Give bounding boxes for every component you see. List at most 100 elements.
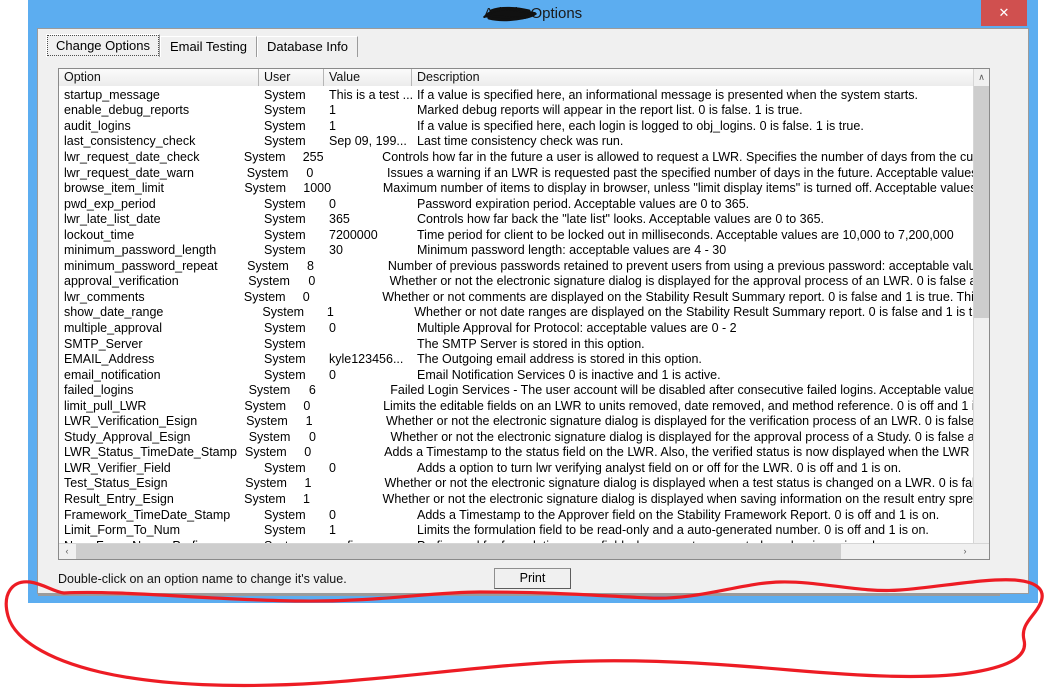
table-row[interactable]: show_date_range System 1 Whether or not dat… (59, 305, 989, 321)
bottom-divider (38, 593, 1000, 596)
cell-value: 0 (329, 460, 336, 475)
cell-description: Adds a Timestamp to the Approver field o… (417, 507, 940, 522)
column-header-user[interactable]: User (259, 69, 324, 86)
cell-user: System (246, 165, 289, 180)
table-row[interactable]: lockout_time System 7200000 Time period for… (59, 227, 989, 243)
window-titlebar: Admin Options ✕ (28, 0, 1038, 28)
table-row[interactable]: LWR_Status_TimeDate_Stamp System 0 Adds a T… (59, 445, 989, 461)
cell-value: 1 (304, 476, 312, 491)
table-row[interactable]: last_consistency_check System Sep 09, 199.… (59, 134, 989, 150)
cell-value: 0 (329, 320, 336, 335)
cell-option: LWR_Verification_Esign (64, 414, 198, 429)
cell-user: System (264, 212, 306, 227)
tab-database-info[interactable]: Database Info (257, 36, 358, 57)
cell-description: Last time consistency check was run. (417, 134, 624, 149)
table-row[interactable]: email_notification System 0 Email Notificat… (59, 367, 989, 383)
cell-description: Password expiration period. Acceptable v… (417, 196, 750, 211)
cell-option: show_date_range (64, 305, 164, 320)
cell-option: Study_Approval_Esign (64, 429, 191, 444)
cell-value: 8 (306, 258, 314, 273)
table-row[interactable]: SMTP_ServerSystem...The SMTP Server is s… (59, 336, 989, 352)
close-icon[interactable]: ✕ (981, 0, 1027, 26)
cell-value: 255 (302, 149, 324, 164)
table-row[interactable]: approval_verification System 0 Whether or n… (59, 274, 989, 290)
table-row[interactable]: lwr_request_date_check System 255 Controls … (59, 149, 989, 165)
cell-option: audit_logins (64, 118, 131, 133)
vertical-scrollbar-thumb[interactable] (974, 86, 989, 318)
column-header-value[interactable]: Value (324, 69, 412, 86)
cell-option: minimum_password_repeat (64, 258, 218, 273)
tab-email-testing[interactable]: Email Testing (159, 36, 258, 57)
table-row[interactable]: minimum_password_repeat System 8 Number of … (59, 258, 989, 274)
table-row[interactable]: Framework_TimeDate_Stamp System 0 Adds a Ti… (59, 507, 989, 523)
column-header-description[interactable]: Description (412, 69, 989, 86)
cell-option: enable_debug_reports (64, 103, 190, 118)
cell-user: System (264, 196, 306, 211)
table-row[interactable]: Limit_Form_To_Num System 1 Limits the formu… (59, 522, 989, 538)
tab-change-options[interactable]: Change Options (46, 34, 160, 57)
table-row[interactable]: Study_Approval_Esign System 0 Whether or no… (59, 429, 989, 445)
cell-option: SMTP_Server (64, 336, 143, 351)
table-row[interactable]: LWR_Verifier_Field System 0 Adds a option t… (59, 460, 989, 476)
cell-value: 1 (329, 118, 336, 133)
table-row[interactable]: startup_message System This is a test ... I… (59, 87, 989, 103)
cell-value: 365 (329, 212, 350, 227)
grid-header-row: Option User Value Description (59, 69, 989, 86)
print-button[interactable]: Print (494, 568, 571, 589)
horizontal-scrollbar[interactable]: ‹ › (59, 543, 989, 559)
cell-description: Whether or not the electronic signature … (390, 429, 989, 444)
cell-value: 1 (326, 305, 334, 320)
cell-description: Whether or not the electronic signature … (385, 414, 989, 429)
cell-description: Multiple Approval for Protocol: acceptab… (417, 320, 737, 335)
table-row[interactable]: failed_logins System 6 Failed Login Service… (59, 382, 989, 398)
column-header-option[interactable]: Option (59, 69, 259, 86)
cell-value: 0 (309, 429, 316, 444)
cell-user: System (246, 414, 288, 429)
table-row[interactable]: browse_item_limit System 1000 Maximum numbe… (59, 180, 989, 196)
grid-body: startup_message System This is a test ... I… (59, 87, 989, 545)
scroll-up-icon[interactable]: ∧ (974, 69, 989, 85)
scroll-left-icon[interactable]: ‹ (59, 544, 75, 559)
table-row[interactable]: lwr_late_list_date System 365 Controls how … (59, 211, 989, 227)
cell-option: minimum_password_length (64, 243, 217, 258)
cell-option: email_notification (64, 367, 161, 382)
cell-description: Whether or not the electronic signature … (389, 274, 989, 289)
cell-description: Time period for client to be locked out … (417, 227, 954, 242)
cell-description: Adds a Timestamp to the status field on … (384, 445, 989, 460)
cell-user: System (264, 103, 306, 118)
cell-option: Limit_Form_To_Num (64, 523, 181, 538)
cell-user: System (264, 352, 306, 367)
cell-user: System (245, 445, 287, 460)
table-row[interactable]: lwr_comments System 0 Whether or not commen… (59, 289, 989, 305)
table-row[interactable]: limit_pull_LWR System 0 Limits the editable… (59, 398, 989, 414)
cell-user: System (248, 383, 291, 398)
cell-option: lwr_late_list_date (64, 212, 161, 227)
cell-user: System (264, 243, 306, 258)
cell-value: This is a test ... (329, 87, 412, 102)
options-listview[interactable]: Option User Value Description startup_me… (58, 68, 990, 560)
cell-option: approval_verification (64, 274, 179, 289)
table-row[interactable]: lwr_request_date_warn System 0 Issues a war… (59, 165, 989, 181)
cell-description: Minimum password length: acceptable valu… (417, 243, 727, 258)
table-row[interactable]: LWR_Verification_Esign System 1 Whether or … (59, 413, 989, 429)
cell-option: pwd_exp_period (64, 196, 156, 211)
horizontal-scrollbar-thumb[interactable] (76, 544, 841, 559)
cell-value: 0 (329, 507, 336, 522)
table-row[interactable]: EMAIL_Address System kyle123456... The Outg… (59, 351, 989, 367)
cell-value: 0 (329, 367, 336, 382)
table-row[interactable]: enable_debug_reports System 1 Marked debug … (59, 103, 989, 119)
cell-option: LWR_Status_TimeDate_Stamp (64, 445, 237, 460)
cell-user: System (264, 523, 306, 538)
table-row[interactable]: pwd_exp_period System 0 Password expiration… (59, 196, 989, 212)
vertical-scrollbar[interactable]: ∧ ∨ (973, 69, 989, 559)
table-row[interactable]: audit_logins System 1 If a value is specifi… (59, 118, 989, 134)
table-row[interactable]: Test_Status_Esign System 1 Whether or not t… (59, 476, 989, 492)
cell-user: System (244, 181, 286, 196)
table-row[interactable]: Result_Entry_Esign System 1 Whether or not … (59, 491, 989, 507)
table-row[interactable]: minimum_password_length System 30 Minimum p… (59, 242, 989, 258)
table-row[interactable]: multiple_approval System 0 Multiple Approva… (59, 320, 989, 336)
cell-option: startup_message (64, 87, 160, 102)
cell-value: 0 (304, 445, 312, 460)
scroll-right-icon[interactable]: › (957, 544, 973, 559)
cell-value: 30 (329, 243, 343, 258)
